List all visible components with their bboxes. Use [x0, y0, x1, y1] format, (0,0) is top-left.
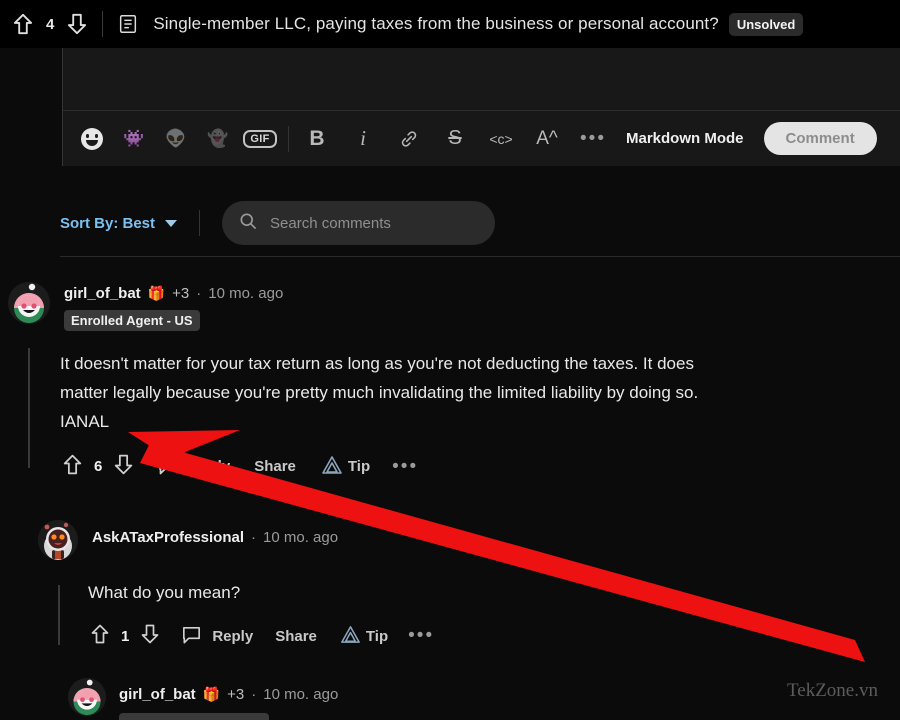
comment-downvote-icon[interactable]: [138, 622, 162, 650]
format-tool-group: B i S <c> A^ •••: [302, 124, 608, 154]
more-formats-button[interactable]: •••: [578, 124, 608, 154]
avatar[interactable]: [8, 282, 50, 324]
link-icon[interactable]: [394, 124, 424, 154]
comment-item-1: girl_of_bat 🎁 +3 · 10 mo. ago Enrolled A…: [8, 282, 898, 481]
header-divider: [102, 11, 104, 37]
post-vote-group: 4: [10, 11, 90, 37]
comment-item-3: girl_of_bat 🎁 +3 · 10 mo. ago: [68, 678, 898, 720]
comment-body-line-2: matter legally because you're pretty muc…: [60, 383, 699, 402]
reddit-comments-screen: 4 Single-member LLC, paying taxes from t…: [0, 0, 900, 720]
comment-body: It doesn't matter for your tax return as…: [60, 349, 898, 436]
reply-button[interactable]: Reply: [212, 628, 253, 645]
post-title: Single-member LLC, paying taxes from the…: [153, 14, 719, 33]
comment-more-button[interactable]: •••: [392, 456, 418, 478]
meta-dot: ·: [196, 285, 202, 302]
comment-actions: 1 Reply Share Tip •••: [88, 622, 898, 650]
comment-score: 6: [94, 458, 103, 475]
tip-button[interactable]: Tip: [348, 458, 370, 475]
comment-timestamp: 10 mo. ago: [263, 686, 339, 703]
sort-dropdown[interactable]: Sort By: Best: [60, 214, 178, 232]
reply-button[interactable]: Reply: [189, 458, 230, 475]
comment-sort-bar: Sort By: Best Search comments: [60, 190, 900, 256]
comment-body-line-1: It doesn't matter for your tax return as…: [60, 354, 694, 373]
gif-icon[interactable]: GIF: [243, 124, 277, 154]
meta-dot: ·: [251, 529, 256, 546]
comment-author[interactable]: AskATaxProfessional: [92, 529, 244, 546]
tip-icon[interactable]: [320, 453, 344, 481]
sortbar-divider: [199, 210, 201, 236]
tip-button[interactable]: Tip: [366, 628, 388, 645]
comment-upvote-icon[interactable]: [60, 452, 85, 481]
avatar[interactable]: [38, 520, 78, 560]
comment-timestamp: 10 mo. ago: [208, 285, 284, 302]
italic-button[interactable]: i: [348, 124, 378, 154]
editor-toolbar: 👾 👽 👻 GIF B i S <c> A^ ••• Markdown Mode…: [63, 110, 900, 166]
down-arrow-icon[interactable]: [64, 11, 90, 37]
watermark: TekZone.vn: [786, 680, 878, 701]
comment-actions: 6 Reply Share Tip •••: [60, 452, 898, 481]
emoji-icon[interactable]: [77, 124, 107, 154]
award-icon[interactable]: 🎁: [148, 285, 165, 302]
up-arrow-icon[interactable]: [10, 11, 36, 37]
snoo-avatar-3-icon[interactable]: 👻: [203, 124, 233, 154]
award-count: +3: [172, 285, 190, 302]
comment-body: What do you mean?: [88, 579, 898, 606]
user-flair: Enrolled Agent - US: [64, 310, 200, 331]
comment-textarea[interactable]: [63, 48, 900, 110]
comment-header: girl_of_bat 🎁 +3 · 10 mo. ago: [119, 686, 338, 703]
search-icon: [238, 211, 258, 236]
post-score: 4: [46, 15, 55, 33]
heading-button[interactable]: A^: [532, 124, 562, 154]
share-button[interactable]: Share: [275, 628, 317, 645]
avatar[interactable]: [68, 678, 106, 716]
search-input-placeholder: Search comments: [270, 214, 391, 232]
award-icon[interactable]: 🎁: [203, 686, 220, 703]
comment-author[interactable]: girl_of_bat: [119, 686, 196, 703]
comment-body-line-1: What do you mean?: [88, 583, 241, 602]
snoo-avatar-icon[interactable]: 👾: [119, 124, 149, 154]
markdown-mode-button[interactable]: Markdown Mode: [626, 130, 744, 147]
share-button[interactable]: Share: [254, 458, 296, 475]
search-comments-box[interactable]: Search comments: [222, 201, 496, 245]
comment-item-2: AskATaxProfessional · 10 mo. ago What do…: [38, 520, 898, 650]
media-tool-group: 👾 👽 👻 GIF: [77, 124, 277, 154]
comment-header: AskATaxProfessional · 10 mo. ago: [92, 529, 338, 546]
strikethrough-button[interactable]: S: [440, 124, 470, 154]
reply-bubble-icon[interactable]: [180, 623, 203, 650]
comment-editor: 👾 👽 👻 GIF B i S <c> A^ ••• Markdown Mode…: [62, 48, 900, 166]
tip-icon[interactable]: [339, 623, 362, 650]
submit-comment-button[interactable]: Comment: [763, 122, 877, 155]
sort-label: Sort By: Best: [60, 214, 156, 232]
bold-button[interactable]: B: [302, 124, 332, 154]
toolbar-divider: [288, 125, 289, 152]
comment-downvote-icon[interactable]: [111, 452, 136, 481]
reply-bubble-icon[interactable]: [156, 453, 180, 481]
code-button[interactable]: <c>: [486, 124, 516, 154]
post-document-icon[interactable]: [117, 13, 139, 35]
snoo-avatar-2-icon[interactable]: 👽: [161, 124, 191, 154]
comment-timestamp: 10 mo. ago: [263, 529, 339, 546]
chevron-down-icon: [165, 219, 178, 227]
sortbar-bottom-rule: [60, 256, 900, 257]
status-badge: Unsolved: [728, 12, 804, 36]
comment-more-button[interactable]: •••: [408, 625, 434, 647]
comment-header: girl_of_bat 🎁 +3 · 10 mo. ago: [64, 285, 283, 302]
user-flair-partial: [119, 713, 269, 720]
meta-dot: ·: [251, 686, 257, 703]
comment-body-line-3: IANAL: [60, 412, 110, 431]
award-count: +3: [227, 686, 245, 703]
comment-score: 1: [121, 627, 130, 645]
post-header-bar: 4 Single-member LLC, paying taxes from t…: [0, 0, 900, 48]
comment-author[interactable]: girl_of_bat: [64, 285, 141, 302]
comment-upvote-icon[interactable]: [88, 622, 112, 650]
